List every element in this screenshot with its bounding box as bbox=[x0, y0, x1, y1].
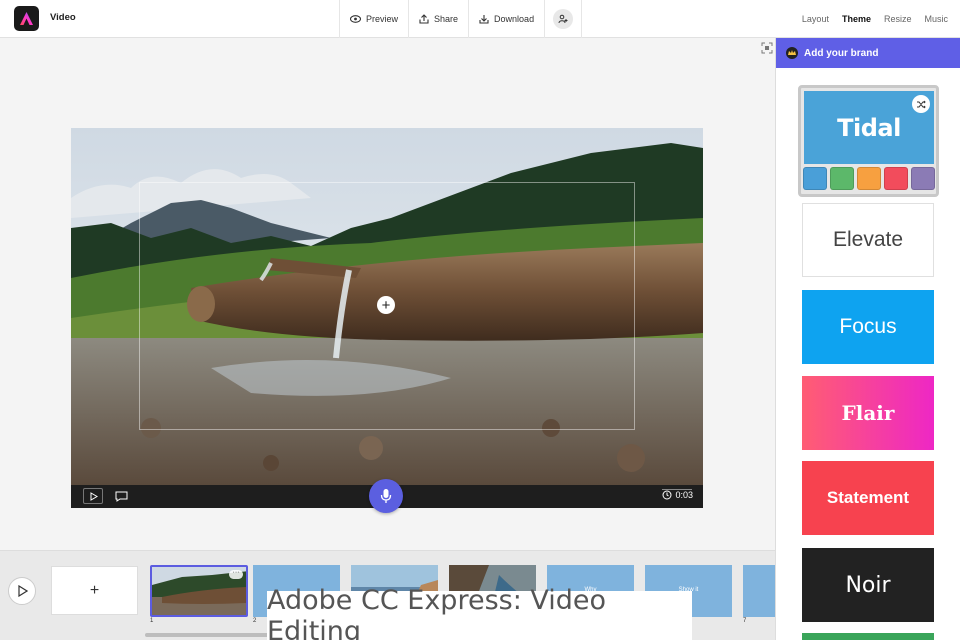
crown-icon bbox=[786, 47, 798, 59]
swatch-green[interactable] bbox=[830, 167, 854, 190]
theme-card-statement[interactable]: Statement bbox=[802, 461, 934, 535]
theme-card-elevate[interactable]: Elevate bbox=[802, 203, 934, 277]
theme-name: Elevate bbox=[832, 228, 904, 251]
share-label: Share bbox=[434, 14, 459, 24]
top-bar: Video Preview Share Download Layout Them… bbox=[0, 0, 960, 38]
swatch-purple[interactable] bbox=[911, 167, 935, 190]
play-icon bbox=[90, 491, 98, 501]
express-a-icon bbox=[20, 12, 33, 25]
share-button[interactable]: Share bbox=[409, 0, 470, 38]
theme-tidal-preview: Tidal bbox=[804, 91, 934, 164]
add-slide-button[interactable]: + bbox=[51, 566, 138, 615]
clip-number: 2 bbox=[253, 618, 257, 624]
shuffle-icon[interactable] bbox=[912, 95, 930, 113]
theme-card-flair[interactable]: Flair bbox=[802, 376, 934, 450]
timeline-clip[interactable]: ··· bbox=[150, 565, 248, 617]
eye-icon bbox=[350, 15, 361, 23]
theme-name: Tidal bbox=[837, 113, 901, 142]
swatch-red[interactable] bbox=[884, 167, 908, 190]
theme-card-next[interactable] bbox=[802, 633, 934, 640]
right-tabs: Layout Theme Resize Music bbox=[802, 0, 948, 38]
clip-number: 1 bbox=[150, 618, 154, 624]
add-media-icon[interactable]: + bbox=[377, 296, 395, 314]
theme-panel: Add your brand Tidal Elevate Focus Flair… bbox=[775, 38, 960, 640]
clock-icon bbox=[662, 490, 672, 500]
play-all-button[interactable] bbox=[8, 577, 36, 605]
toolbar-actions: Preview Share Download bbox=[339, 0, 583, 38]
invite-button[interactable] bbox=[545, 0, 583, 38]
caption-icon bbox=[115, 491, 127, 502]
add-brand-bar[interactable]: Add your brand bbox=[776, 38, 960, 68]
theme-name: Focus bbox=[839, 315, 897, 338]
tab-music[interactable]: Music bbox=[924, 14, 948, 24]
play-button[interactable] bbox=[83, 488, 103, 504]
tab-resize[interactable]: Resize bbox=[884, 14, 912, 24]
theme-name: Noir bbox=[845, 572, 891, 598]
share-icon bbox=[419, 14, 429, 24]
download-label: Download bbox=[494, 14, 535, 24]
record-voice-button[interactable] bbox=[369, 479, 403, 513]
add-brand-label: Add your brand bbox=[804, 47, 879, 59]
play-icon bbox=[17, 585, 28, 597]
preview-button[interactable]: Preview bbox=[340, 0, 410, 38]
timeline-clip[interactable] bbox=[743, 565, 775, 617]
caption-button[interactable] bbox=[111, 488, 131, 504]
preview-label: Preview bbox=[366, 14, 399, 24]
theme-card-noir[interactable]: Noir bbox=[802, 548, 934, 622]
add-person-icon bbox=[553, 9, 574, 29]
adobe-express-logo[interactable] bbox=[14, 6, 39, 31]
document-title: Video bbox=[50, 12, 76, 23]
swatch-blue[interactable] bbox=[803, 167, 827, 190]
video-duration: 0:03 bbox=[662, 490, 693, 500]
tab-theme[interactable]: Theme bbox=[842, 14, 871, 24]
video-canvas[interactable]: + 0:03 bbox=[71, 128, 703, 508]
theme-name: Statement bbox=[826, 488, 910, 507]
download-button[interactable]: Download bbox=[469, 0, 546, 38]
add-slide-plus: + bbox=[89, 581, 100, 599]
clip-more-icon[interactable]: ··· bbox=[229, 569, 243, 579]
clip-number: 7 bbox=[743, 618, 747, 624]
focus-mode-icon[interactable] bbox=[761, 42, 773, 54]
theme-card-tidal[interactable]: Tidal bbox=[798, 85, 939, 197]
duration-label: 0:03 bbox=[675, 490, 693, 500]
tab-layout[interactable]: Layout bbox=[802, 14, 829, 24]
caption-overlay: Adobe CC Express: Video Editing bbox=[267, 585, 692, 640]
microphone-icon bbox=[380, 489, 392, 503]
theme-name: Flair bbox=[841, 401, 895, 425]
theme-card-focus[interactable]: Focus bbox=[802, 290, 934, 364]
swatch-orange[interactable] bbox=[857, 167, 881, 190]
theme-color-swatches bbox=[803, 167, 935, 190]
download-icon bbox=[479, 15, 489, 24]
timeline-scrollbar[interactable] bbox=[145, 633, 275, 637]
